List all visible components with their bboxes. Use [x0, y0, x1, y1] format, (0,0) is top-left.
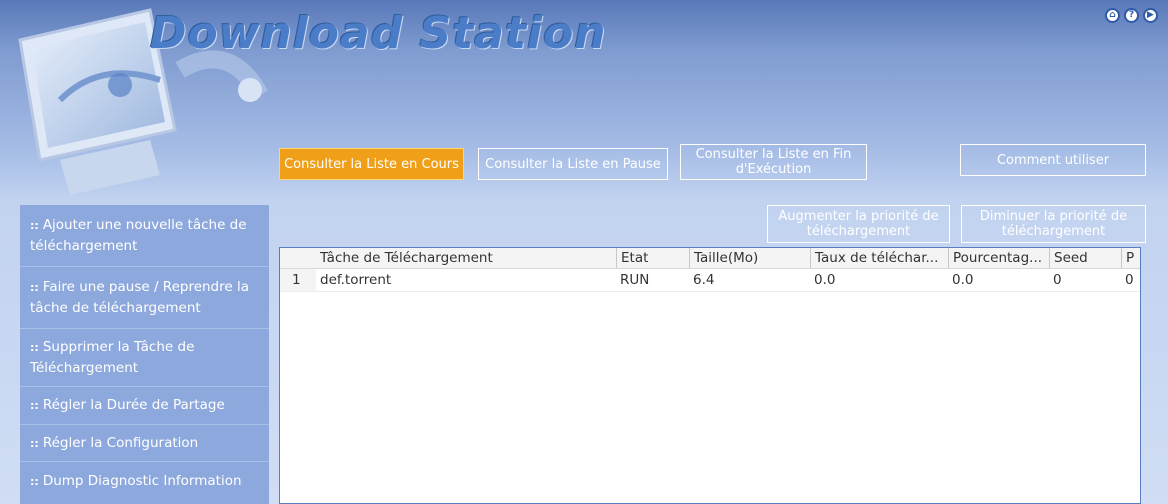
row-index: 1	[280, 269, 316, 291]
sidebar-item-label: Dump Diagnostic Information	[42, 472, 242, 489]
sidebar-item-delete-task[interactable]: :: Supprimer la Tâche de Téléchargement	[20, 329, 269, 387]
cell-rate: 0.0	[814, 272, 836, 288]
sidebar-item-add-task[interactable]: :: Ajouter une nouvelle tâche de téléchar…	[20, 205, 269, 267]
table-row[interactable]: 1 def.torrent RUN 6.4 0.0 0.0 0 0	[280, 269, 1140, 292]
sidebar-item-label: Supprimer la Tâche de Téléchargement	[30, 339, 195, 376]
tab-paused-list[interactable]: Consulter la Liste en Pause	[478, 148, 668, 180]
app-title: Download Station	[150, 8, 607, 59]
next-icon[interactable]: ▶	[1143, 8, 1158, 23]
col-header-size[interactable]: Taille(Mo)	[689, 248, 810, 268]
tab-current-list[interactable]: Consulter la Liste en Cours	[279, 148, 464, 180]
sidebar-item-configuration[interactable]: :: Régler la Configuration	[20, 425, 269, 462]
sidebar: :: Ajouter une nouvelle tâche de téléchar…	[20, 205, 269, 504]
sidebar-item-label: Faire une pause / Reprendre la tâche de …	[30, 279, 249, 316]
cell-task: def.torrent	[320, 272, 392, 288]
col-header-index	[280, 248, 316, 268]
decrease-priority-button[interactable]: Diminuer la priorité de téléchargement	[961, 205, 1146, 243]
home-icon[interactable]: ⌂	[1105, 8, 1120, 23]
col-header-percent[interactable]: Pourcentag...	[948, 248, 1049, 268]
col-header-task[interactable]: Tâche de Téléchargement	[316, 248, 616, 268]
table-header: Tâche de Téléchargement Etat Taille(Mo) …	[280, 248, 1140, 269]
sidebar-item-label: Régler la Durée de Partage	[42, 397, 225, 413]
cell-percent: 0.0	[952, 272, 974, 288]
download-station-window: Download Station ⌂ ? ▶ Consulter la List…	[0, 0, 1168, 504]
cell-size: 6.4	[693, 272, 715, 288]
sidebar-item-label: Ajouter une nouvelle tâche de télécharge…	[30, 217, 247, 254]
col-header-state[interactable]: Etat	[616, 248, 689, 268]
top-icon-bar: ⌂ ? ▶	[1105, 8, 1158, 23]
col-header-rate[interactable]: Taux de téléchar...	[810, 248, 948, 268]
sidebar-item-dump-diagnostic[interactable]: :: Dump Diagnostic Information	[20, 462, 269, 500]
tab-finished-list[interactable]: Consulter la Liste en Fin d'Exécution	[680, 144, 867, 180]
sidebar-item-share-duration[interactable]: :: Régler la Durée de Partage	[20, 387, 269, 425]
cell-p: 0	[1125, 272, 1134, 288]
sidebar-item-label: Régler la Configuration	[42, 434, 199, 451]
col-header-p[interactable]: P	[1121, 248, 1140, 268]
sidebar-item-pause-resume[interactable]: :: Faire une pause / Reprendre la tâche d…	[20, 267, 269, 329]
tab-how-to-use[interactable]: Comment utiliser	[960, 144, 1146, 176]
help-icon[interactable]: ?	[1124, 8, 1139, 23]
col-header-seed[interactable]: Seed	[1049, 248, 1121, 268]
cell-seed: 0	[1053, 272, 1062, 288]
increase-priority-button[interactable]: Augmenter la priorité de téléchargement	[767, 205, 950, 243]
task-table: Tâche de Téléchargement Etat Taille(Mo) …	[279, 247, 1141, 504]
cell-state: RUN	[620, 272, 650, 288]
